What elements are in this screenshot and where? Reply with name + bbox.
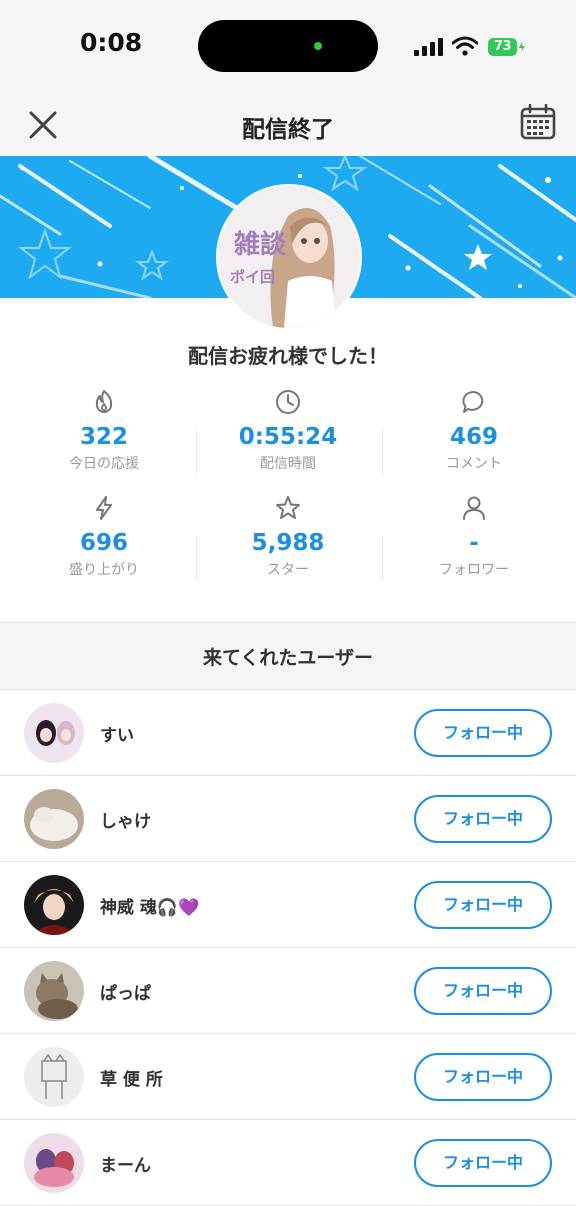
- nav-header: 配信終了: [0, 96, 576, 156]
- stat-label: フォロワー: [439, 562, 509, 578]
- stat-excitement: 696 盛り上がり: [8, 494, 200, 579]
- following-button[interactable]: フォロー中: [414, 1139, 552, 1187]
- page-title: 配信終了: [242, 117, 334, 143]
- stat-followers: - フォロワー: [378, 494, 570, 579]
- following-button[interactable]: フォロー中: [414, 709, 552, 757]
- avatar[interactable]: [24, 1047, 84, 1107]
- comment-icon: [462, 391, 484, 413]
- stat-duration: 0:55:24 配信時間: [192, 388, 384, 473]
- following-button[interactable]: フォロー中: [414, 881, 552, 929]
- following-button[interactable]: フォロー中: [414, 795, 552, 843]
- stat-label: スター: [267, 562, 309, 578]
- calendar-icon[interactable]: [520, 104, 556, 140]
- avatar[interactable]: [24, 961, 84, 1021]
- flame-icon: [95, 390, 113, 413]
- following-button[interactable]: フォロー中: [414, 967, 552, 1015]
- stat-value: 322: [79, 424, 128, 450]
- user-name: 草 便 所: [100, 1070, 163, 1090]
- user-row[interactable]: 草 便 所 フォロー中: [0, 1033, 576, 1120]
- user-row[interactable]: ぱっぱ フォロー中: [0, 947, 576, 1034]
- thumbnail-subtitle: ポイ回: [230, 268, 276, 286]
- thumbnail-title: 雑談: [234, 230, 287, 260]
- star-icon: [276, 496, 300, 519]
- stat-value: 5,988: [251, 530, 325, 556]
- stat-support: 322 今日の応援: [8, 388, 200, 473]
- stat-label: 配信時間: [260, 456, 316, 472]
- cellular-signal-icon: [414, 38, 443, 56]
- user-row[interactable]: まーん フォロー中: [0, 1119, 576, 1206]
- avatar[interactable]: [24, 703, 84, 763]
- user-name: ぱっぱ: [100, 984, 151, 1004]
- visitors-section-header: 来てくれたユーザー: [0, 622, 576, 690]
- dynamic-island: [198, 20, 378, 72]
- stat-label: 盛り上がり: [69, 562, 139, 578]
- stat-label: コメント: [446, 456, 502, 472]
- user-name: 神威 魂🎧💜: [100, 898, 200, 918]
- stream-thumbnail: 雑談 ポイ回: [216, 184, 362, 330]
- user-name: すい: [100, 726, 134, 746]
- avatar[interactable]: [24, 789, 84, 849]
- avatar[interactable]: [24, 875, 84, 935]
- battery-tip-icon: [519, 42, 525, 52]
- section-title: 来てくれたユーザー: [202, 647, 374, 669]
- summary-title: 配信お疲れ様でした！: [188, 344, 388, 368]
- user-name: まーん: [100, 1156, 151, 1176]
- person-icon: [463, 496, 485, 520]
- stat-value: 696: [79, 530, 128, 556]
- user-row[interactable]: すい フォロー中: [0, 689, 576, 776]
- stat-stars: 5,988 スター: [192, 494, 384, 579]
- stat-comments: 469 コメント: [378, 388, 570, 473]
- wifi-icon: [452, 36, 478, 56]
- user-row[interactable]: 神威 魂🎧💜 フォロー中: [0, 861, 576, 948]
- stat-value: 0:55:24: [238, 424, 338, 450]
- user-name: しゃけ: [100, 812, 151, 832]
- status-bar: 0:08 73: [0, 0, 576, 96]
- avatar[interactable]: [24, 1133, 84, 1193]
- stat-label: 今日の応援: [69, 456, 139, 472]
- status-time: 0:08: [80, 28, 143, 57]
- user-row[interactable]: しゃけ フォロー中: [0, 775, 576, 862]
- clock-icon: [276, 390, 300, 414]
- stat-value: -: [469, 530, 479, 556]
- stat-value: 469: [449, 424, 498, 450]
- battery-icon: 73: [488, 38, 517, 56]
- following-button[interactable]: フォロー中: [414, 1053, 552, 1101]
- lightning-icon: [96, 496, 112, 520]
